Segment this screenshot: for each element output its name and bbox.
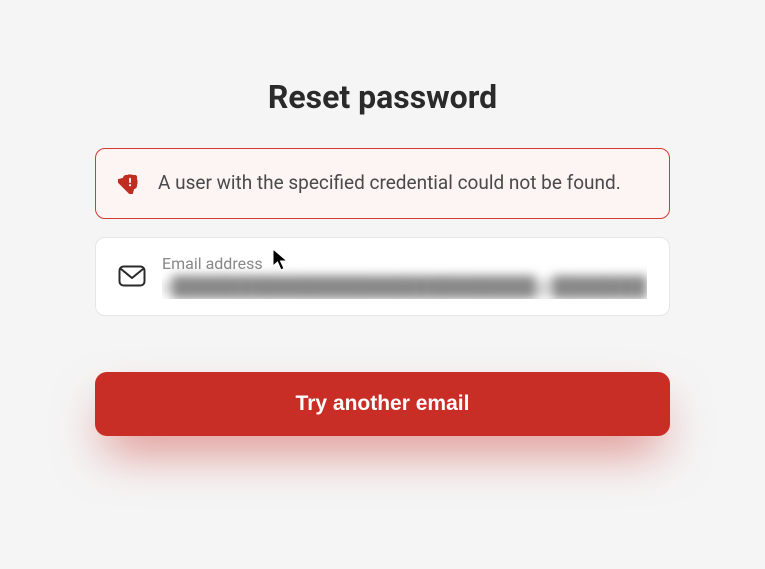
error-alert: A user with the specified credential cou… — [95, 148, 670, 219]
error-message: A user with the specified credential cou… — [158, 169, 621, 198]
email-field[interactable]: Email address c█████████████████████████… — [95, 237, 670, 316]
page-title: Reset password — [268, 78, 497, 116]
email-label: Email address — [162, 254, 647, 273]
try-another-email-button[interactable]: Try another email — [95, 372, 670, 436]
email-input-group: Email address c█████████████████████████… — [162, 254, 647, 299]
mail-icon — [118, 262, 146, 290]
alert-icon — [118, 170, 142, 194]
reset-password-form: A user with the specified credential cou… — [95, 148, 670, 436]
email-value: c███████████████████████████@███████████… — [162, 275, 647, 299]
